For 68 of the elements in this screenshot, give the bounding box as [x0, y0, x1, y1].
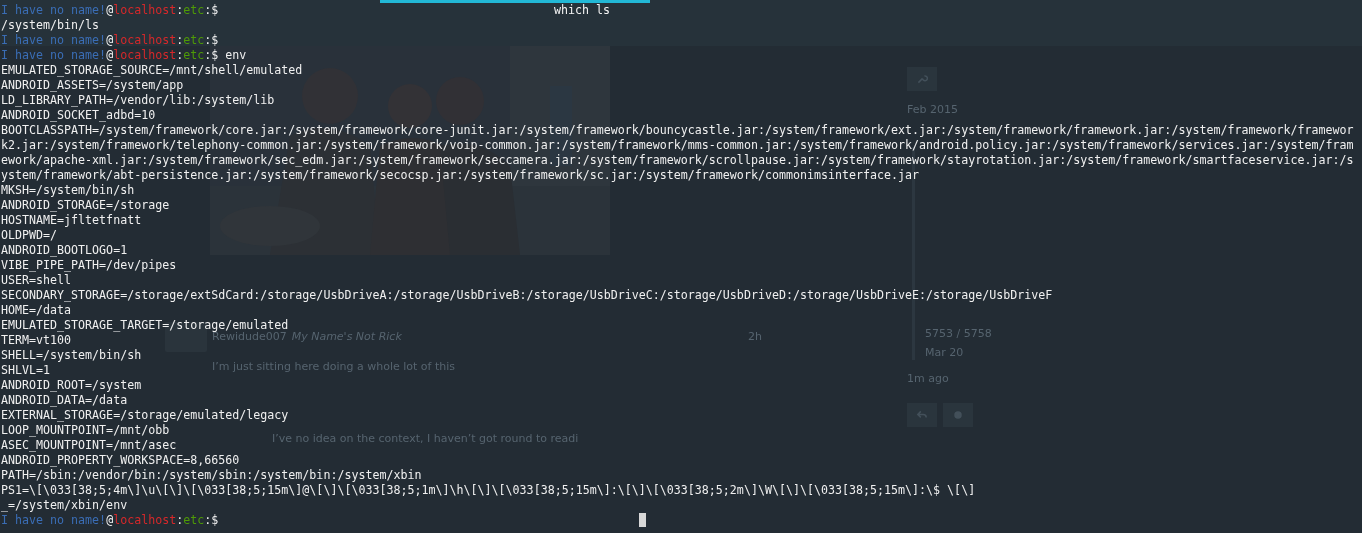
output-line: EXTERNAL_STORAGE=/storage/emulated/legacy [1, 408, 289, 423]
output-line: _=/system/xbin/env [1, 498, 128, 513]
output-line: TERM=vt100 [1, 333, 72, 348]
prompt-text: : [176, 48, 184, 63]
prompt-text: localhost [113, 513, 177, 528]
prompt-text: I have no name! [1, 48, 107, 63]
output-line: PATH=/sbin:/vendor/bin:/system/sbin:/system/bin:/system/xbin [1, 468, 422, 483]
output-line: HOSTNAME=jfltetfnatt [1, 213, 142, 228]
output-line: MKSH=/system/bin/sh [1, 183, 135, 198]
output-line: VIBE_PIPE_PATH=/dev/pipes [1, 258, 177, 273]
output-line: ANDROID_SOCKET_adbd=10 [1, 108, 156, 123]
prompt-text: @ [106, 3, 114, 18]
timeline-ago: 1m ago [907, 372, 949, 386]
prompt-text: :$ [204, 48, 219, 63]
prompt-text: localhost [113, 48, 177, 63]
output-line: ANDROID_ASSETS=/system/app [1, 78, 184, 93]
command-text: env [224, 48, 247, 63]
output-line: BOOTCLASSPATH=/system/framework/core.jar:/system/framework/core-junit.jar:/system/framework/bouncycastle.jar:/system/framework/ext.jar:/system/framework/framework.jar:/system/framework/framewor [1, 123, 1354, 138]
prompt-text: etc [183, 3, 205, 18]
output-line: ANDROID_BOOTLOGO=1 [1, 243, 128, 258]
prompt-text: I have no name! [1, 33, 107, 48]
prompt-text: etc [183, 33, 205, 48]
prompt-text: localhost [113, 3, 177, 18]
prompt-text: etc [183, 513, 205, 528]
prompt-text: :$ [204, 513, 219, 528]
prompt-text: : [176, 33, 184, 48]
output-line: USER=shell [1, 273, 72, 288]
output-line: PS1=\[\033[38;5;4m\]\u\[\]\[\033[38;5;15m\]@\[\]\[\033[38;5;1m\]\h\[\]\[\033[38;5;15m\]:\[\]\[\033[38;5;2m\]\W\[\]\[\033[38;5;15m\]:\$ \[\] [1, 483, 976, 498]
output-line: ANDROID_ROOT=/system [1, 378, 142, 393]
reply-icon [916, 409, 928, 421]
output-line: ANDROID_DATA=/data [1, 393, 128, 408]
prompt-text: @ [106, 48, 114, 63]
output-line: HOME=/data [1, 303, 72, 318]
output-line: SHLVL=1 [1, 363, 51, 378]
output-line: SHELL=/system/bin/sh [1, 348, 142, 363]
output-line: LD_LIBRARY_PATH=/vendor/lib:/system/lib [1, 93, 275, 108]
prompt-text: I have no name! [1, 3, 107, 18]
prompt-text: localhost [113, 33, 177, 48]
timeline-date: Mar 20 [925, 346, 965, 360]
prompt-text: @ [106, 513, 114, 528]
output-line: /system/bin/ls [1, 18, 100, 33]
bookmark-button[interactable] [943, 403, 973, 427]
prompt-text: :$ [204, 33, 219, 48]
prompt-text: I have no name! [1, 513, 107, 528]
output-line: k2.jar:/system/framework/telephony-common.jar:/system/framework/voip-common.jar:/system/framework/mms-common.jar:/system/framework/android.policy.jar:/system/framework/services.jar:/system/fram [1, 138, 1354, 153]
output-line: ASEC_MOUNTPOINT=/mnt/asec [1, 438, 177, 453]
output-line: EMULATED_STORAGE_SOURCE=/mnt/shell/emulated [1, 63, 303, 78]
timeline-start: Feb 2015 [907, 103, 958, 117]
circle-icon [952, 409, 964, 421]
prompt-text: etc [183, 48, 205, 63]
prompt-text: : [176, 3, 184, 18]
output-line: SECONDARY_STORAGE=/storage/extSdCard:/storage/UsbDriveA:/storage/UsbDriveB:/storage/UsbDriveC:/storage/UsbDriveD:/storage/UsbDriveE:/storage/UsbDriveF [1, 288, 1053, 303]
output-line: ework/apache-xml.jar:/system/framework/sec_edm.jar:/system/framework/seccamera.jar:/system/framework/scrollpause.jar:/system/framework/stayrotation.jar:/system/framework/smartfaceservice.jar:/s [1, 153, 1354, 168]
output-line: EMULATED_STORAGE_TARGET=/storage/emulated [1, 318, 289, 332]
terminal-title: which ls [554, 3, 611, 18]
output-line: ANDROID_PROPERTY_WORKSPACE=8,66560 [1, 453, 240, 468]
author-title: My Name's Not Rick [291, 330, 402, 344]
wrench-button[interactable] [907, 67, 937, 91]
reply-button[interactable] [907, 403, 937, 427]
prompt-text: :$ [204, 3, 219, 18]
timeline-position: 5753 / 5758 [925, 327, 992, 341]
output-line: ANDROID_STORAGE=/storage [1, 198, 170, 213]
output-line: OLDPWD=/ [1, 228, 58, 243]
output-line: LOOP_MOUNTPOINT=/mnt/obb [1, 423, 170, 438]
prompt-text: : [176, 513, 184, 528]
prompt-text: @ [106, 33, 114, 48]
output-line: ystem/framework/abt-persistence.jar:/system/framework/secocsp.jar:/system/framework/sc.jar:/system/framework/commonimsinterface.jar [1, 168, 920, 183]
post-age: 2h [748, 330, 762, 344]
